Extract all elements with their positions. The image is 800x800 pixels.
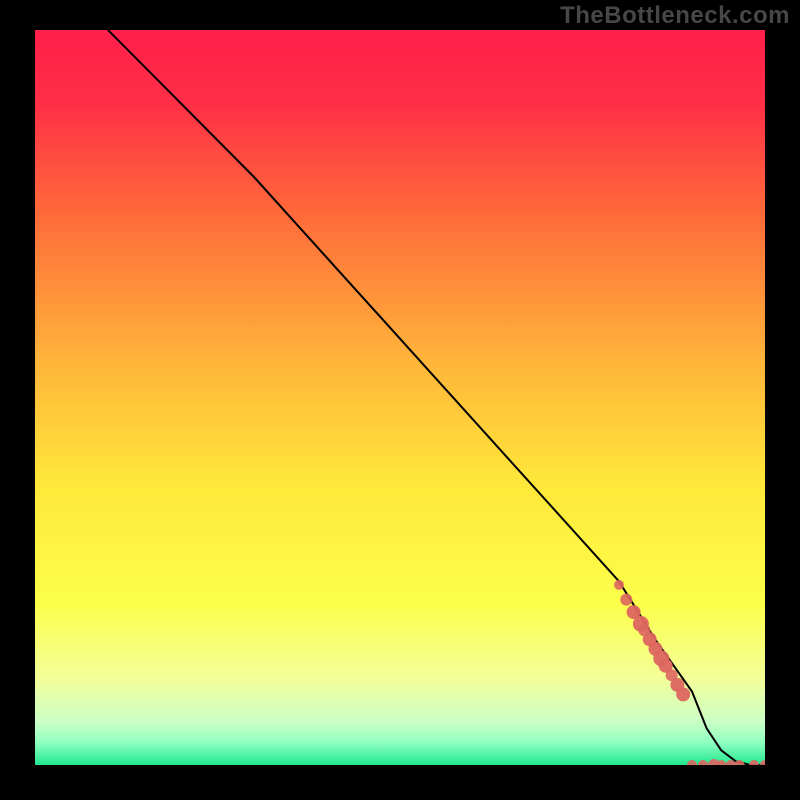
attribution-watermark: TheBottleneck.com: [560, 2, 790, 30]
plot-area: [35, 30, 765, 765]
data-point: [614, 580, 624, 590]
data-points: [614, 580, 765, 765]
chart-overlay: [35, 30, 765, 765]
data-point: [749, 760, 759, 765]
data-point: [698, 760, 708, 765]
data-point: [676, 687, 690, 701]
data-point: [760, 760, 765, 765]
data-point: [620, 594, 632, 606]
data-point: [687, 760, 697, 765]
chart-frame: TheBottleneck.com: [0, 0, 800, 800]
